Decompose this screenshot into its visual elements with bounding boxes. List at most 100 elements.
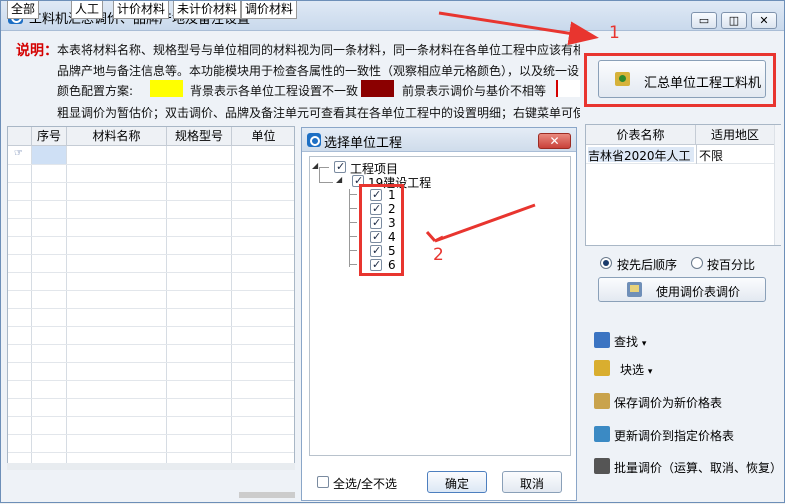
annotation-highlight-2 [359,184,404,276]
grid-row-line [8,380,294,381]
dialog-close-button[interactable]: ✕ [538,133,571,149]
grid-row-line [8,344,294,345]
price-row-name: 吉林省2020年人工 [588,147,694,162]
dialog-title: 选择单位工程 [324,136,403,151]
grid-horizontal-scrollbar[interactable] [7,463,295,470]
use-price-table-button[interactable]: 使用调价表调价 [598,277,766,302]
select-unit-project-dialog: 选择单位工程 ✕ ◢ ◢ 工程项目 19建设工程 1 2 3 [301,127,577,501]
tree-line [349,236,357,237]
price-header-region[interactable]: 适用地区 [696,125,774,145]
grid-header-index[interactable]: 序号 [32,127,67,146]
select-all-label[interactable]: 全选/全不选 [333,475,397,492]
grid-row-line [8,326,294,327]
grid-row-line [8,182,294,183]
grid-header-unit[interactable]: 单位 [232,127,294,146]
ok-label: 确定 [444,477,469,491]
description-line-1: 本表将材料名称、规格型号与单位相同的材料视为同一条材料，同一条材料在各单位工程中… [57,43,580,57]
grid-row-line [8,362,294,363]
tab-all[interactable]: 全部 [7,1,40,19]
tree-line [349,250,357,251]
search-label: 查找 [614,335,639,349]
material-grid[interactable]: 序号 材料名称 规格型号 单位 ☞ [7,126,295,464]
grid-header-name[interactable]: 材料名称 [67,127,167,146]
save-as-price-table-label: 保存调价为新价格表 [614,396,723,410]
search-icon [594,332,610,348]
select-all-checkbox[interactable] [317,476,329,488]
tree-line [349,208,357,209]
radio-sequential[interactable] [600,257,612,269]
price-table-row[interactable]: 吉林省2020年人工 不限 [586,145,774,164]
grid-row-line [8,290,294,291]
price-scrollbar[interactable] [774,125,781,245]
description-label: 说明： [16,43,58,59]
grid-row-line [8,164,294,165]
description-panel: 说明： 本表将材料名称、规格型号与单位相同的材料视为同一条材料，同一条材料在各单… [2,32,580,124]
chevron-down-icon: ▾ [647,367,653,377]
grid-row-line [8,200,294,201]
extra-color-swatch[interactable] [556,80,580,97]
main-window: 工料机汇总调价、品牌产地及备注设置 ▭ ◫ ✕ 说明： 本表将材料名称、规格型号… [0,0,785,503]
cancel-button[interactable]: 取消 [502,471,562,493]
block-select-icon [594,360,610,376]
tree-line [349,222,357,223]
radio-sequential-label[interactable]: 按先后顺序 [617,256,677,273]
price-diff-fg-swatch[interactable] [361,80,394,97]
selected-cell[interactable] [32,146,67,164]
root-checkbox[interactable] [334,160,346,173]
project-tree[interactable]: ◢ ◢ 工程项目 19建设工程 1 2 3 4 5 6 [309,156,571,456]
grid-row-line [8,254,294,255]
description-line-4: 粗显调价为暂估价；双击调价、品牌及备注单元可查看其在各单位工程中的设置明细；右键… [57,106,580,120]
close-icon: ✕ [759,14,769,27]
chevron-down-icon: ▾ [641,339,647,349]
tab-labor[interactable]: 人工 [71,1,104,19]
color-scheme-label: 颜色配置方案: [57,84,134,98]
annotation-marker-2: 2 [433,245,444,265]
tab-adjusted-material[interactable]: 调价材料 [241,1,298,19]
collapse-arrow-icon[interactable]: ◢ [336,175,342,184]
adjust-mode-panel: 按先后顺序 按百分比 使用调价表调价 [585,250,781,310]
grid-row-line [8,236,294,237]
tree-line [349,264,357,265]
tree-line [319,167,329,168]
grid-header-spec[interactable]: 规格型号 [167,127,232,146]
update-icon [594,426,610,442]
maximize-button[interactable]: ◫ [721,12,747,29]
close-icon: ✕ [549,134,560,148]
price-col-line [696,145,697,164]
price-table-list[interactable]: 价表名称 适用地区 吉林省2020年人工 不限 [585,124,781,246]
use-price-table-label: 使用调价表调价 [656,285,741,299]
dialog-app-icon [307,133,321,147]
dialog-title-bar: 选择单位工程 ✕ [302,128,576,152]
bg-color-description: 背景表示各单位工程设置不一致 [190,84,359,98]
grid-corner-header [8,127,32,146]
batch-adjust-label: 批量调价（运算、取消、恢复） [614,461,783,475]
fg-color-description: 前景表示调价与基价不相等 [402,84,547,98]
update-price-table-label: 更新调价到指定价格表 [614,429,735,443]
grid-row-line [8,272,294,273]
tree-line [319,182,333,183]
grid-row-line [8,452,294,453]
annotation-highlight-1 [584,53,776,107]
tab-priced-material[interactable]: 计价材料 [113,1,170,19]
tree-line [319,167,320,183]
tab-scrollbar[interactable] [239,492,295,498]
minimize-icon: ▭ [698,14,710,27]
tab-unpriced-material[interactable]: 未计价材料 [173,1,242,19]
ok-button[interactable]: 确定 [427,471,487,493]
annotation-marker-1: 1 [609,23,620,43]
description-line-2: 品牌产地与备注信息等。本功能模块用于检查各属性的一致性（观察相应单元格颜色），以… [57,64,580,78]
price-header-name[interactable]: 价表名称 [586,125,696,145]
radio-percentage[interactable] [691,257,703,269]
radio-percentage-label[interactable]: 按百分比 [707,256,755,273]
close-button[interactable]: ✕ [751,12,777,29]
inconsistent-bg-swatch[interactable] [150,80,183,97]
grid-row-line [8,434,294,435]
maximize-icon: ◫ [728,14,740,27]
collapse-arrow-icon[interactable]: ◢ [312,161,318,170]
block-select-label: 块选 [620,363,645,377]
price-row-region: 不限 [699,149,724,163]
minimize-button[interactable]: ▭ [691,12,717,29]
cancel-label: 取消 [519,477,544,491]
grid-row-line [8,308,294,309]
row-pointer-icon: ☞ [14,148,23,159]
